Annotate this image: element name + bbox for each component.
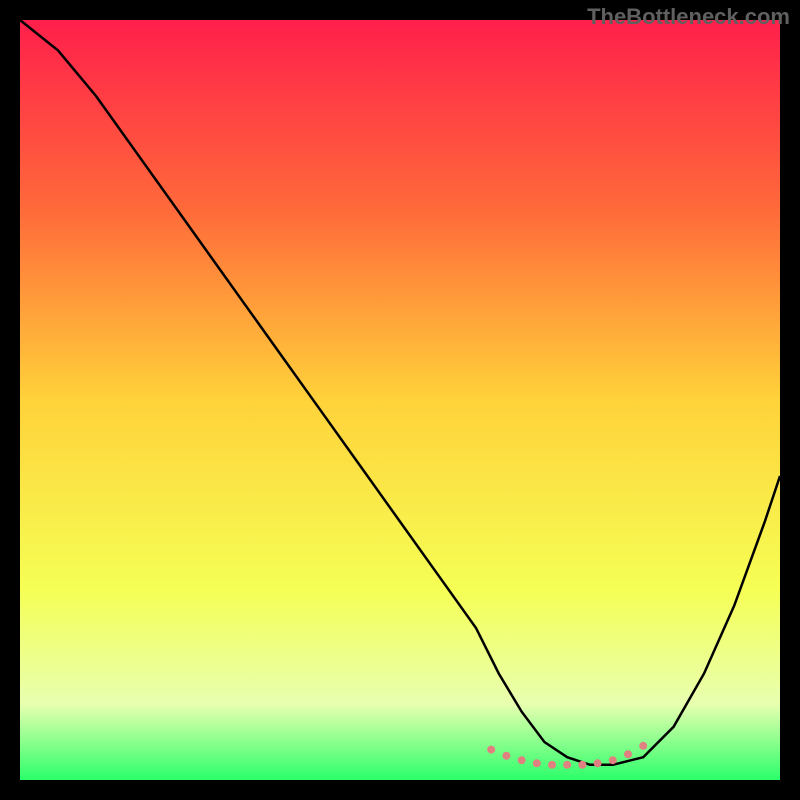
marker-dot (502, 752, 510, 760)
marker-dot (487, 746, 495, 754)
marker-dot (518, 756, 526, 764)
watermark-text: TheBottleneck.com (587, 4, 790, 30)
marker-dot (639, 742, 647, 750)
chart-canvas (20, 20, 780, 780)
marker-dot (624, 750, 632, 758)
chart-svg (20, 20, 780, 780)
marker-dot (533, 759, 541, 767)
marker-dot (578, 761, 586, 769)
gradient-background (20, 20, 780, 780)
marker-dot (548, 761, 556, 769)
marker-dot (563, 761, 571, 769)
marker-dot (594, 759, 602, 767)
marker-dot (609, 756, 617, 764)
